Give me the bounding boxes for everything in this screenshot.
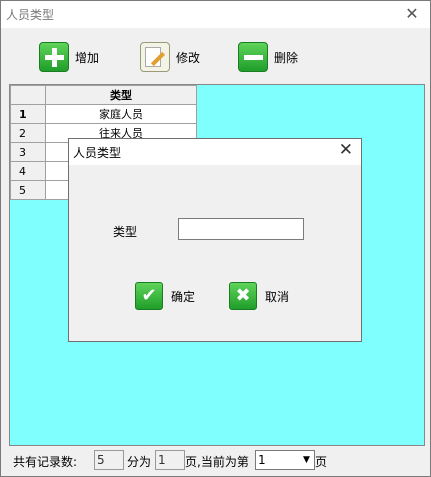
grid-corner <box>10 85 46 105</box>
minus-icon <box>238 42 268 72</box>
current-page-label: 页,当前为第 <box>185 455 249 469</box>
cross-icon: ✖ <box>229 282 257 310</box>
total-records-label: 共有记录数: <box>13 455 78 469</box>
dialog-title: 人员类型 <box>73 146 122 160</box>
row-header[interactable]: 2 <box>10 123 46 143</box>
check-icon: ✔ <box>135 282 163 310</box>
dialog-title-bar: 人员类型 ✕ <box>69 139 361 165</box>
current-page-select[interactable]: 1 ▼ <box>255 450 315 470</box>
delete-button[interactable]: 删除 <box>238 41 298 73</box>
ok-button-label: 确定 <box>171 289 196 304</box>
edit-button-label: 修改 <box>176 50 201 65</box>
status-bar: 共有记录数: 5 分为 1 页,当前为第 1 ▼ 页 <box>1 448 430 474</box>
pages-value: 1 <box>155 450 185 470</box>
delete-button-label: 删除 <box>274 50 299 65</box>
dialog-close-icon[interactable]: ✕ <box>339 140 353 160</box>
cancel-button[interactable]: ✖ 取消 <box>229 282 289 310</box>
add-button[interactable]: 增加 <box>39 41 99 73</box>
edit-icon <box>140 42 170 72</box>
window-title: 人员类型 <box>6 8 55 22</box>
close-icon[interactable]: ✕ <box>402 3 422 25</box>
row-header[interactable]: 5 <box>10 180 46 200</box>
ok-button[interactable]: ✔ 确定 <box>135 282 195 310</box>
cancel-button-label: 取消 <box>265 289 290 304</box>
add-button-label: 增加 <box>75 50 100 65</box>
chevron-down-icon[interactable]: ▼ <box>299 451 314 469</box>
row-header[interactable]: 4 <box>10 161 46 181</box>
grid-cell[interactable]: 家庭人员 <box>45 104 197 124</box>
edit-button[interactable]: 修改 <box>140 41 200 73</box>
current-page-value: 1 <box>258 453 266 467</box>
title-bar: 人员类型 ✕ <box>1 1 430 28</box>
total-records-value: 5 <box>94 450 124 470</box>
plus-icon <box>39 42 69 72</box>
pages-label: 分为 <box>127 455 152 469</box>
type-field-label: 类型 <box>113 225 138 239</box>
row-header[interactable]: 1 <box>10 104 46 124</box>
page-suffix-label: 页 <box>315 455 328 469</box>
type-input[interactable] <box>178 218 304 240</box>
row-header[interactable]: 3 <box>10 142 46 162</box>
column-header-type[interactable]: 类型 <box>45 85 197 105</box>
table-row[interactable]: 1 家庭人员 <box>10 104 197 124</box>
person-type-dialog: 人员类型 ✕ 类型 ✔ 确定 ✖ 取消 <box>68 138 362 342</box>
